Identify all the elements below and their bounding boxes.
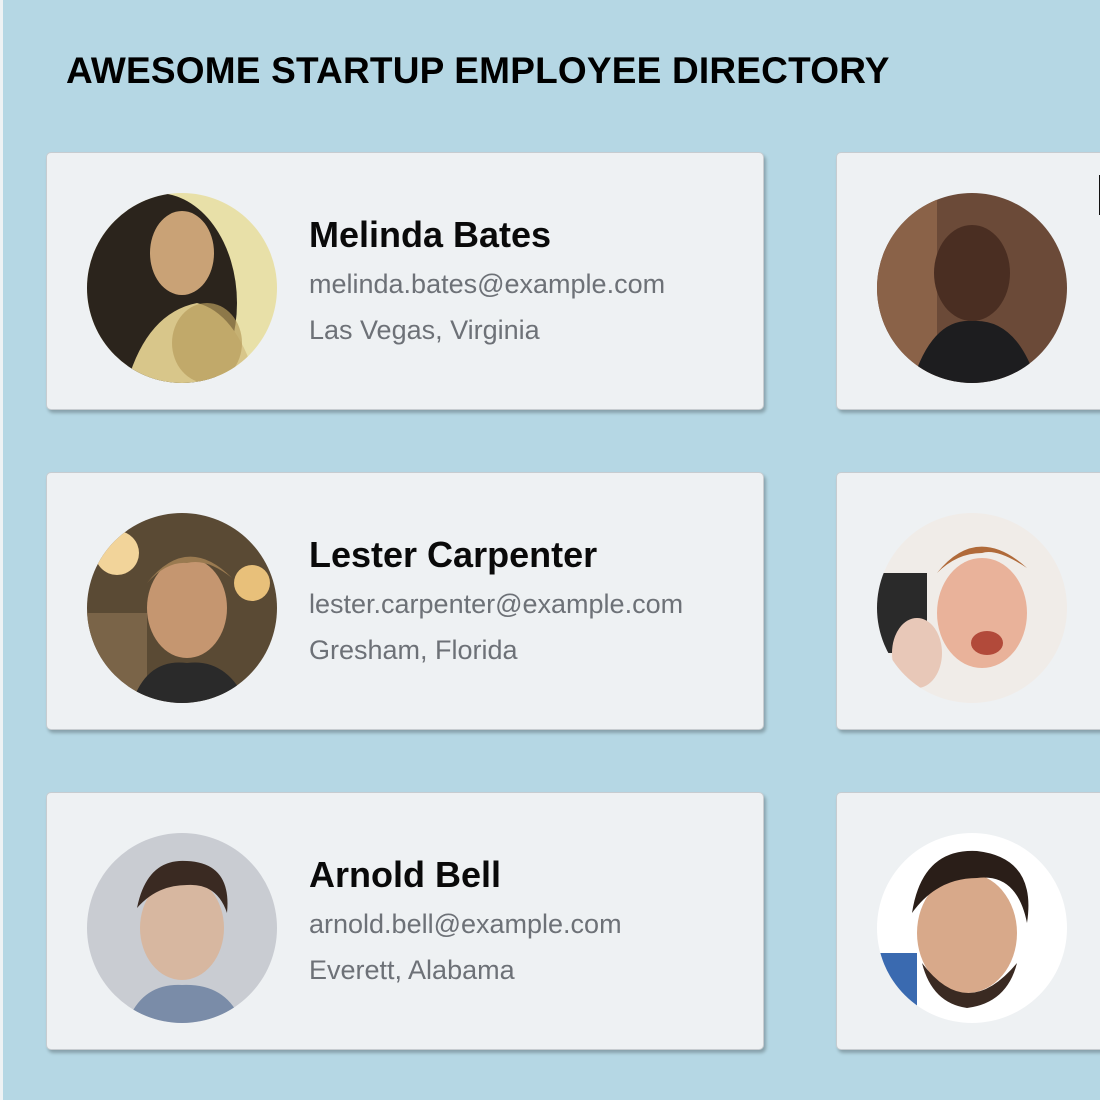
- employee-info: Melinda Bates melinda.bates@example.com …: [309, 211, 665, 353]
- employee-name: Lester Carpenter: [309, 534, 598, 575]
- employee-card[interactable]: Lester Carpenter lester.carpenter@exampl…: [46, 472, 764, 730]
- employee-card[interactable]: [836, 152, 1100, 410]
- employee-email[interactable]: melinda.bates@example.com: [309, 261, 665, 307]
- directory-page: AWESOME STARTUP EMPLOYEE DIRECTORY Melin…: [0, 0, 1100, 1100]
- employee-avatar: [87, 193, 277, 383]
- employee-location: Las Vegas, Virginia: [309, 315, 540, 345]
- page-title: AWESOME STARTUP EMPLOYEE DIRECTORY: [66, 50, 890, 91]
- employee-card[interactable]: [836, 472, 1100, 730]
- employee-location: Gresham, Florida: [309, 635, 518, 665]
- employee-avatar: [877, 193, 1067, 383]
- employee-info: Lester Carpenter lester.carpenter@exampl…: [309, 531, 683, 673]
- employee-email[interactable]: arnold.bell@example.com: [309, 901, 622, 947]
- employee-info: Arnold Bell arnold.bell@example.com Ever…: [309, 851, 622, 993]
- employee-avatar: [877, 513, 1067, 703]
- window-edge: [0, 0, 3, 1100]
- employee-name: Melinda Bates: [309, 214, 552, 255]
- employee-name: Arnold Bell: [309, 854, 502, 895]
- employee-avatar: [87, 833, 277, 1023]
- employee-card[interactable]: [836, 792, 1100, 1050]
- employee-card[interactable]: Melinda Bates melinda.bates@example.com …: [46, 152, 764, 410]
- employee-card[interactable]: Arnold Bell arnold.bell@example.com Ever…: [46, 792, 764, 1050]
- employee-avatar: [87, 513, 277, 703]
- employee-avatar: [877, 833, 1067, 1023]
- employee-location: Everett, Alabama: [309, 955, 515, 985]
- employee-email[interactable]: lester.carpenter@example.com: [309, 581, 683, 627]
